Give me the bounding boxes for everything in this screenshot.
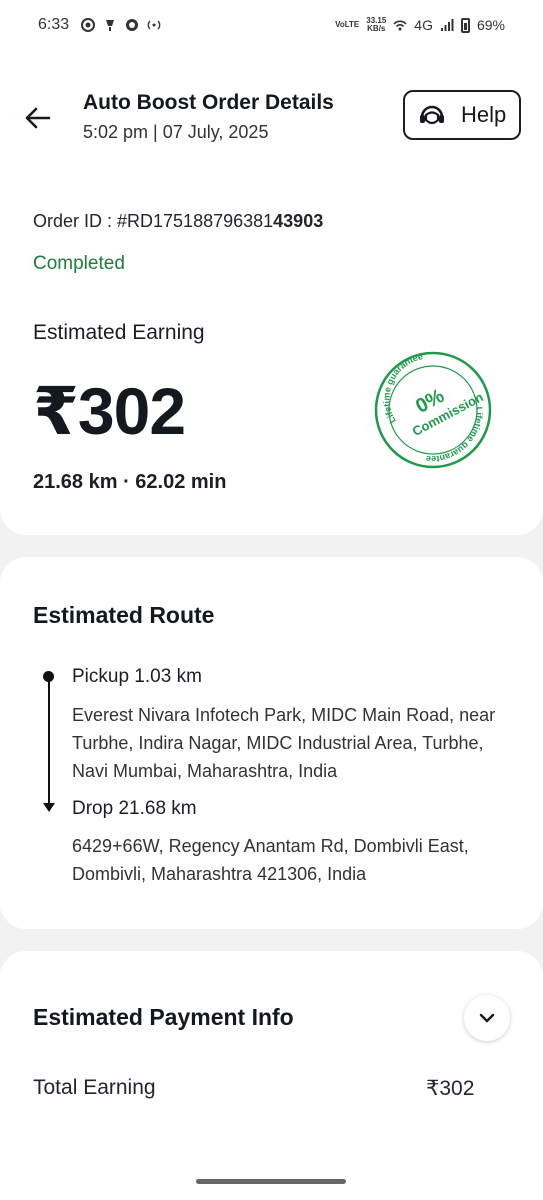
distance-time: 21.68 km · 62.02 min bbox=[33, 471, 227, 493]
help-label: Help bbox=[461, 102, 507, 127]
order-id: Order ID : #RD17518879638143903 bbox=[33, 211, 323, 232]
status-left: 6:33 bbox=[38, 16, 161, 34]
earning-amount: ₹302 bbox=[33, 374, 186, 448]
total-earning-value: ₹302 bbox=[426, 1077, 475, 1100]
volte-indicator: VoLTE bbox=[335, 20, 360, 29]
zero-commission-seal-icon: Lifetime guarantee Lifetime guarantee 0%… bbox=[374, 351, 492, 469]
route-title: Estimated Route bbox=[33, 602, 215, 628]
speed-indicator: 33.15 KB/s bbox=[366, 17, 386, 33]
payment-title: Estimated Payment Info bbox=[33, 1004, 294, 1030]
hotspot-icon bbox=[147, 20, 161, 30]
signal-icon bbox=[440, 19, 454, 31]
chevron-down-icon bbox=[479, 1013, 495, 1023]
status-badge: Completed bbox=[33, 253, 125, 274]
app-notification-icon bbox=[106, 20, 115, 31]
page-title: Auto Boost Order Details bbox=[83, 91, 334, 114]
whatsapp-icon bbox=[126, 19, 139, 31]
status-time: 6:33 bbox=[38, 16, 70, 33]
back-button[interactable] bbox=[22, 102, 54, 134]
pickup-label: Pickup 1.03 km bbox=[72, 666, 202, 687]
back-arrow-icon bbox=[25, 107, 51, 129]
seal-top-text: Lifetime guarantee bbox=[381, 351, 424, 425]
wifi-icon bbox=[393, 20, 407, 31]
speed-unit: KB/s bbox=[367, 24, 386, 33]
home-indicator[interactable] bbox=[196, 1179, 346, 1184]
pickup-address: Everest Nivara Infotech Park, MIDC Main … bbox=[72, 705, 496, 781]
support-agent-icon bbox=[420, 105, 444, 125]
order-summary-card: Order ID : #RD17518879638143903 Complete… bbox=[0, 163, 543, 535]
network-type: 4G bbox=[414, 17, 433, 33]
total-earning-label: Total Earning bbox=[33, 1076, 156, 1099]
route-line bbox=[48, 679, 50, 804]
status-bar: 6:33 VoLTE 33.15 KB/s 4G 69% bbox=[0, 0, 543, 50]
expand-payment-button[interactable] bbox=[464, 995, 510, 1041]
earning-label: Estimated Earning bbox=[33, 321, 205, 344]
app-header: Auto Boost Order Details 5:02 pm | 07 Ju… bbox=[0, 50, 543, 163]
svg-text:Lifetime guarantee: Lifetime guarantee bbox=[381, 351, 424, 425]
status-right: VoLTE 33.15 KB/s 4G 69% bbox=[335, 17, 505, 34]
help-button[interactable]: Help bbox=[403, 90, 521, 140]
order-id-suffix: 43903 bbox=[273, 211, 324, 231]
payment-card: Estimated Payment Info Total Earning ₹30… bbox=[0, 951, 543, 1200]
battery-level: 69% bbox=[476, 17, 505, 33]
route-card: Estimated Route Pickup 1.03 km Everest N… bbox=[0, 557, 543, 929]
drop-address: 6429+66W, Regency Anantam Rd, Dombivli E… bbox=[72, 836, 469, 884]
drop-label: Drop 21.68 km bbox=[72, 798, 197, 819]
record-icon bbox=[81, 18, 96, 32]
order-id-prefix: Order ID : #RD175188796381 bbox=[33, 211, 274, 231]
order-timestamp: 5:02 pm | 07 July, 2025 bbox=[83, 122, 269, 142]
drop-arrow-icon bbox=[43, 803, 55, 812]
battery-icon bbox=[460, 17, 470, 33]
